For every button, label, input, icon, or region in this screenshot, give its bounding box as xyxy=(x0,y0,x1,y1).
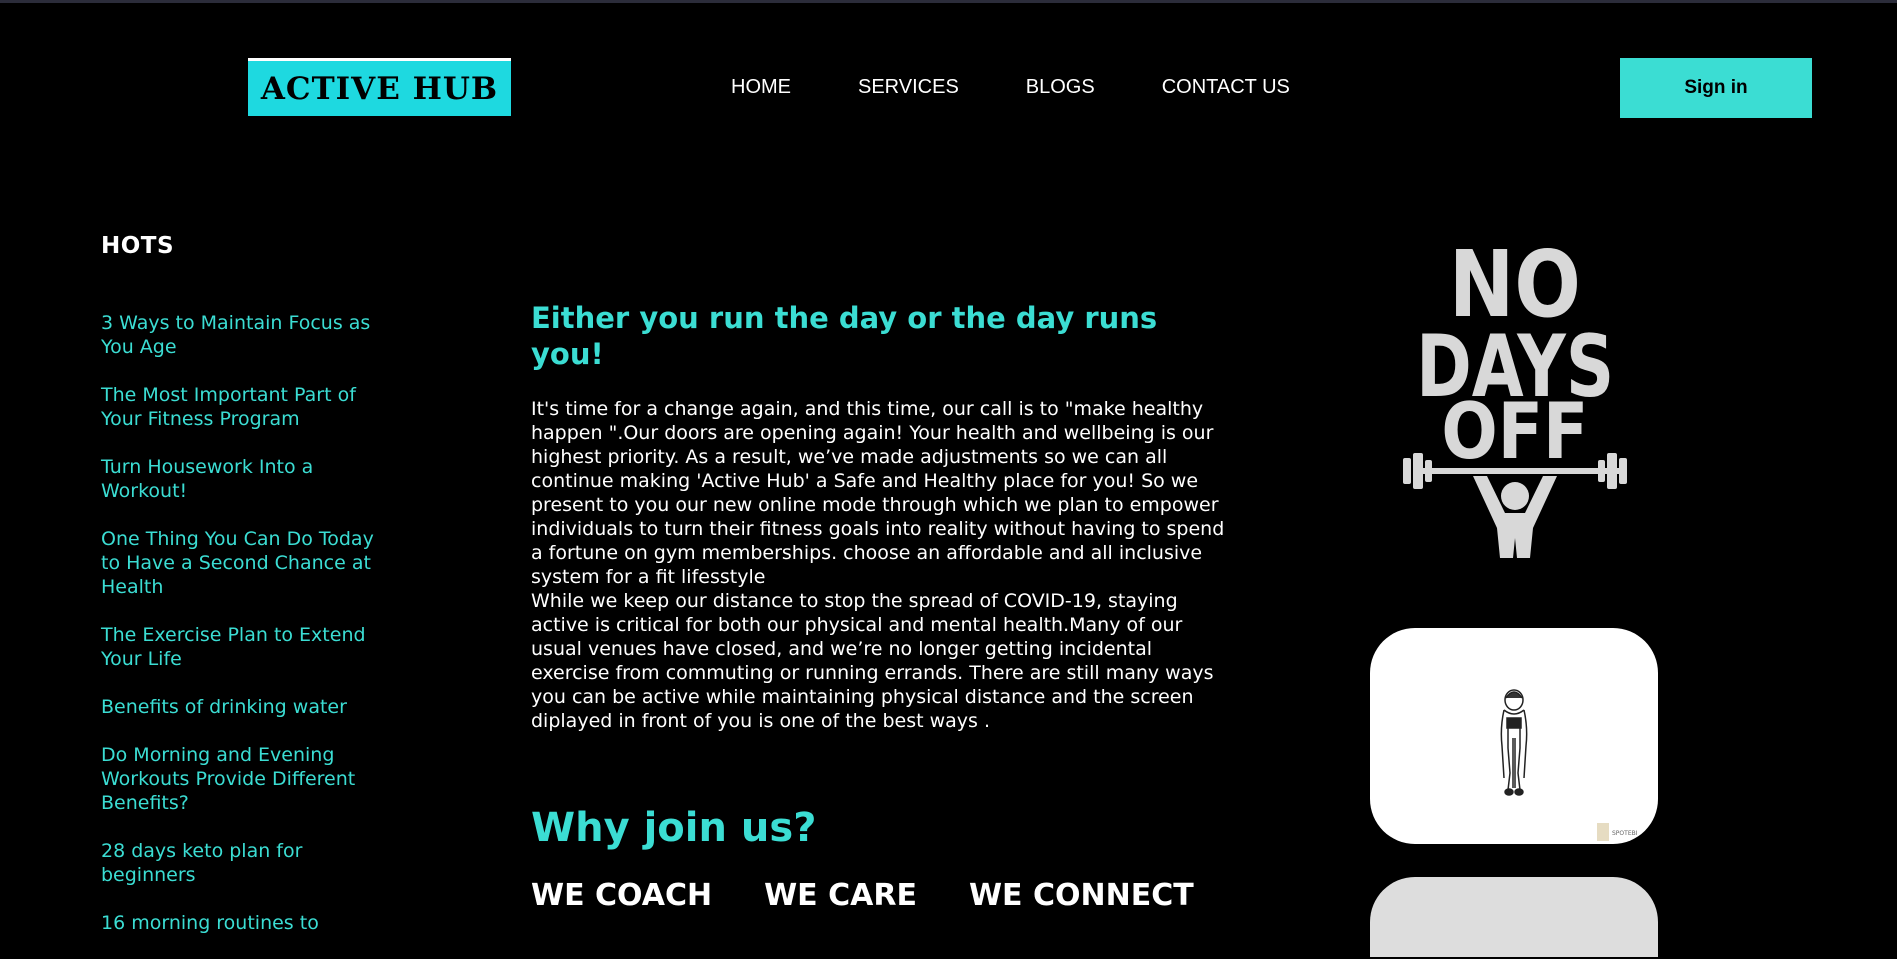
list-item: Do Morning and Evening Workouts Provide … xyxy=(101,743,381,815)
why-join-title: Why join us? xyxy=(531,805,817,851)
list-item: 16 morning routines to xyxy=(101,911,381,935)
hots-list: 3 Ways to Maintain Focus as You Age The … xyxy=(101,311,381,959)
pillars-row: WE COACH WE CARE WE CONNECT xyxy=(531,878,1194,913)
intro-paragraph: It's time for a change again, and this t… xyxy=(531,398,1225,588)
nav-blogs[interactable]: BLOGS xyxy=(1026,76,1095,102)
blog-link[interactable]: Benefits of drinking water xyxy=(101,695,381,719)
woman-stretching-icon: SPOTEBI xyxy=(1500,689,1638,841)
blog-link[interactable]: Turn Housework Into a Workout! xyxy=(101,455,381,503)
list-item: 3 Ways to Maintain Focus as You Age xyxy=(101,311,381,359)
pillar-care: WE CARE xyxy=(764,878,917,913)
pillar-connect: WE CONNECT xyxy=(968,878,1194,913)
list-item: 28 days keto plan for beginners xyxy=(101,839,381,887)
nav-home[interactable]: HOME xyxy=(731,76,791,102)
top-border xyxy=(0,0,1897,3)
poster-line-off: OFF xyxy=(1441,387,1588,478)
barbell-figure-icon xyxy=(1403,453,1627,558)
sidebar-title: HOTS xyxy=(101,233,175,259)
headline: Either you run the day or the day runs y… xyxy=(531,301,1158,371)
no-days-off-poster: NO DAYS OFF xyxy=(1403,232,1627,558)
list-item: The Exercise Plan to Extend Your Life xyxy=(101,623,381,671)
blog-link[interactable]: The Most Important Part of Your Fitness … xyxy=(101,383,381,431)
blog-link[interactable]: 16 morning routines to xyxy=(101,911,381,935)
blog-link[interactable]: 3 Ways to Maintain Focus as You Age xyxy=(101,311,381,359)
list-item: Turn Housework Into a Workout! xyxy=(101,455,381,503)
blog-link[interactable]: Do Morning and Evening Workouts Provide … xyxy=(101,743,381,815)
nav-contact-us[interactable]: CONTACT US xyxy=(1162,76,1290,102)
exercise-image-card[interactable]: SPOTEBI xyxy=(1370,628,1658,844)
brand-logo[interactable]: ACTIVE HUB xyxy=(248,58,511,116)
hots-sidebar: HOTS 3 Ways to Maintain Focus as You Age… xyxy=(101,233,381,934)
second-image-card[interactable] xyxy=(1370,877,1658,957)
watermark-logo-icon xyxy=(1597,823,1609,841)
covid-paragraph: While we keep our distance to stop the s… xyxy=(531,590,1214,732)
blog-link[interactable]: The Exercise Plan to Extend Your Life xyxy=(101,623,381,671)
sign-in-button[interactable]: Sign in xyxy=(1620,58,1812,118)
nav-services[interactable]: SERVICES xyxy=(858,76,959,102)
card-watermark: SPOTEBI xyxy=(1612,830,1638,837)
main-nav: HOME SERVICES BLOGS CONTACT US xyxy=(731,76,1290,102)
list-item: The Most Important Part of Your Fitness … xyxy=(101,383,381,431)
list-item: One Thing You Can Do Today to Have a Sec… xyxy=(101,527,381,599)
list-item: Benefits of drinking water xyxy=(101,695,381,719)
blog-link[interactable]: 28 days keto plan for beginners xyxy=(101,839,381,887)
intro-section: Either you run the day or the day runs y… xyxy=(531,300,1231,733)
blog-link[interactable]: One Thing You Can Do Today to Have a Sec… xyxy=(101,527,381,599)
pillar-coach: WE COACH xyxy=(531,878,713,913)
